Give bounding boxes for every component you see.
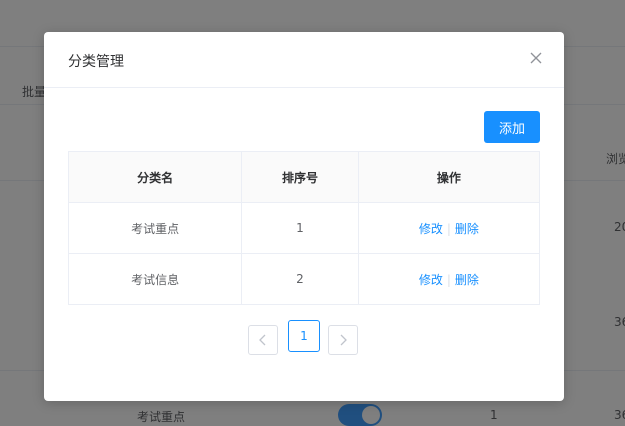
- dialog-title: 分类管理: [68, 54, 124, 70]
- action-separator: |: [446, 272, 451, 287]
- category-table: 分类名 排序号 操作 考试重点 1 修改 | 删除 考试信息 2 修改 | 删除: [67, 151, 541, 305]
- cell-sort-order: 2: [241, 253, 359, 305]
- table-row: 考试信息 2 修改 | 删除: [67, 253, 541, 305]
- header-actions: 操作: [357, 151, 541, 203]
- next-page-button[interactable]: [328, 325, 358, 355]
- cell-category-name: 考试重点: [67, 202, 243, 254]
- chevron-right-icon: [340, 334, 347, 346]
- cell-actions: 修改 | 删除: [357, 253, 541, 305]
- dialog-header: 分类管理: [44, 32, 564, 88]
- category-management-dialog: 分类管理 添加 分类名 排序号 操作 考试重点 1 修改 | 删除 考试信息 2…: [44, 32, 564, 401]
- add-category-button[interactable]: 添加: [484, 111, 540, 143]
- action-separator: |: [446, 221, 451, 236]
- prev-page-button[interactable]: [248, 325, 278, 355]
- delete-link[interactable]: 删除: [455, 222, 479, 236]
- delete-link[interactable]: 删除: [455, 273, 479, 287]
- header-sort-order: 排序号: [241, 151, 359, 203]
- chevron-left-icon: [259, 334, 266, 346]
- cell-sort-order: 1: [241, 202, 359, 254]
- edit-link[interactable]: 修改: [419, 222, 443, 236]
- page-number-button[interactable]: 1: [288, 320, 320, 352]
- table-row: 考试重点 1 修改 | 删除: [67, 202, 541, 254]
- close-icon[interactable]: [528, 50, 544, 66]
- header-category-name: 分类名: [67, 151, 243, 203]
- edit-link[interactable]: 修改: [419, 273, 443, 287]
- cell-category-name: 考试信息: [67, 253, 243, 305]
- table-header-row: 分类名 排序号 操作: [67, 151, 541, 203]
- cell-actions: 修改 | 删除: [357, 202, 541, 254]
